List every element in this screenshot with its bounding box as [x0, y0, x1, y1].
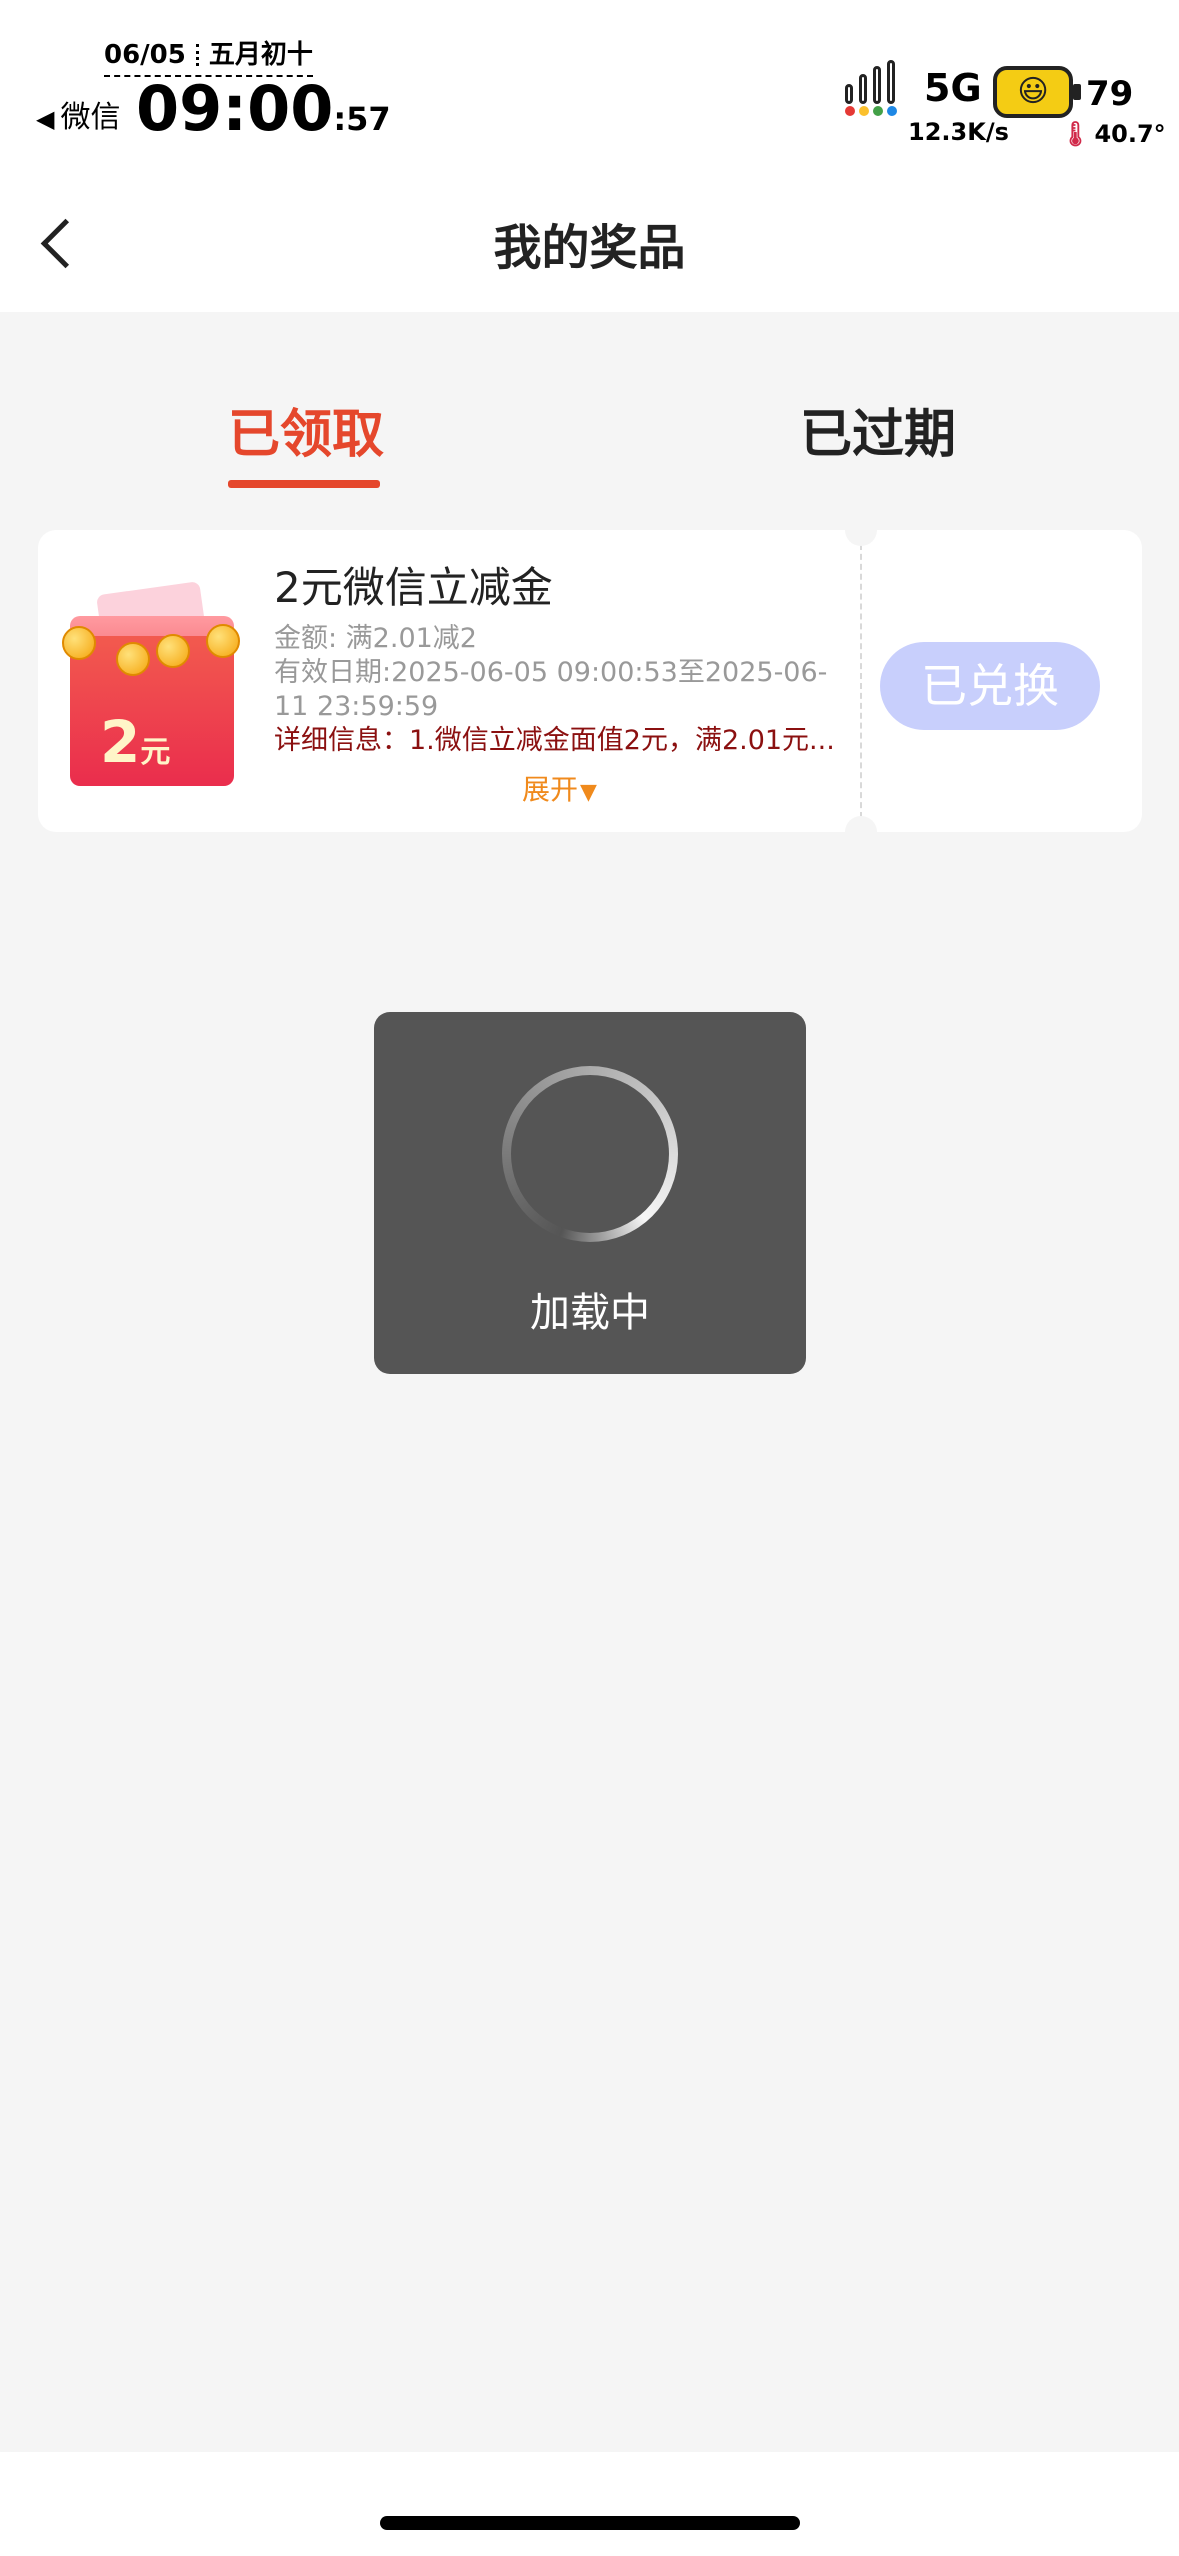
- battery-icon: 😃: [993, 66, 1081, 118]
- redeemed-button[interactable]: 已兑换: [880, 642, 1100, 730]
- expand-button[interactable]: 展开▼: [522, 768, 597, 808]
- expand-label: 展开: [522, 773, 579, 806]
- status-seconds: :57: [333, 100, 391, 138]
- temperature-value: 40.7°: [1094, 120, 1166, 148]
- status-date-solar: 06/05: [104, 40, 186, 70]
- nav-bar: 我的奖品: [0, 180, 1179, 312]
- battery-face-icon: 😃: [1017, 74, 1049, 109]
- coupon-notch-bottom: [845, 816, 877, 848]
- bottom-safe-area: [0, 2452, 1179, 2556]
- envelope-amount-value: 2: [100, 708, 141, 776]
- status-bar: 06/05 五月初十 ◀ 微信 09:00:57 5G 12.3K/s 😃 79 🌡…: [0, 0, 1179, 180]
- network-type: 5G: [924, 66, 982, 110]
- page-title: 我的奖品: [493, 220, 686, 276]
- loading-spinner-icon: [502, 1066, 678, 1242]
- expand-arrow-icon: ▼: [580, 780, 597, 805]
- coupon-card: 2元 2元微信立减金 金额: 满2.01减2 有效日期:2025-06-05 0…: [38, 514, 1142, 848]
- page: 06/05 五月初十 ◀ 微信 09:00:57 5G 12.3K/s 😃 79 🌡…: [0, 0, 1179, 2556]
- battery-level: 79: [1086, 74, 1134, 114]
- coupon-validity: 有效日期:2025-06-05 09:00:53至2025-06-11 23:5…: [274, 657, 828, 722]
- coupon-notch-top: [845, 514, 877, 546]
- red-envelope-icon: 2元: [56, 581, 256, 786]
- tab-claimed[interactable]: 已领取: [228, 392, 384, 467]
- signal-strength-icon: [845, 60, 903, 116]
- back-to-app-button[interactable]: ◀ 微信: [36, 92, 120, 136]
- status-date: 06/05 五月初十: [104, 34, 313, 77]
- status-time: 09:00: [136, 72, 334, 145]
- coupon-amount-info: 金额: 满2.01减2: [274, 623, 477, 654]
- thermometer-icon: 🌡: [1060, 120, 1091, 148]
- active-tab-indicator: [228, 480, 380, 488]
- back-triangle-icon: ◀: [36, 105, 55, 133]
- tab-expired[interactable]: 已过期: [800, 392, 956, 467]
- coupon-detail: 详细信息：1.微信立减金面值2元，满2.01元...: [274, 725, 835, 756]
- coupon-title: 2元微信立减金: [274, 563, 553, 612]
- status-clock: 09:00:57: [136, 72, 391, 145]
- loading-label: 加载中: [530, 1290, 650, 1336]
- loading-toast: 加载中: [374, 1012, 806, 1374]
- back-app-label: 微信: [60, 100, 121, 135]
- envelope-amount-unit: 元: [140, 735, 171, 770]
- status-date-lunar: 五月初十: [208, 40, 313, 70]
- home-indicator[interactable]: [380, 2516, 800, 2530]
- network-speed: 12.3K/s: [908, 118, 1009, 146]
- envelope-amount: 2元: [100, 708, 170, 776]
- device-temperature: 🌡 40.7°: [1060, 120, 1166, 148]
- coupon-perforation: [860, 544, 862, 818]
